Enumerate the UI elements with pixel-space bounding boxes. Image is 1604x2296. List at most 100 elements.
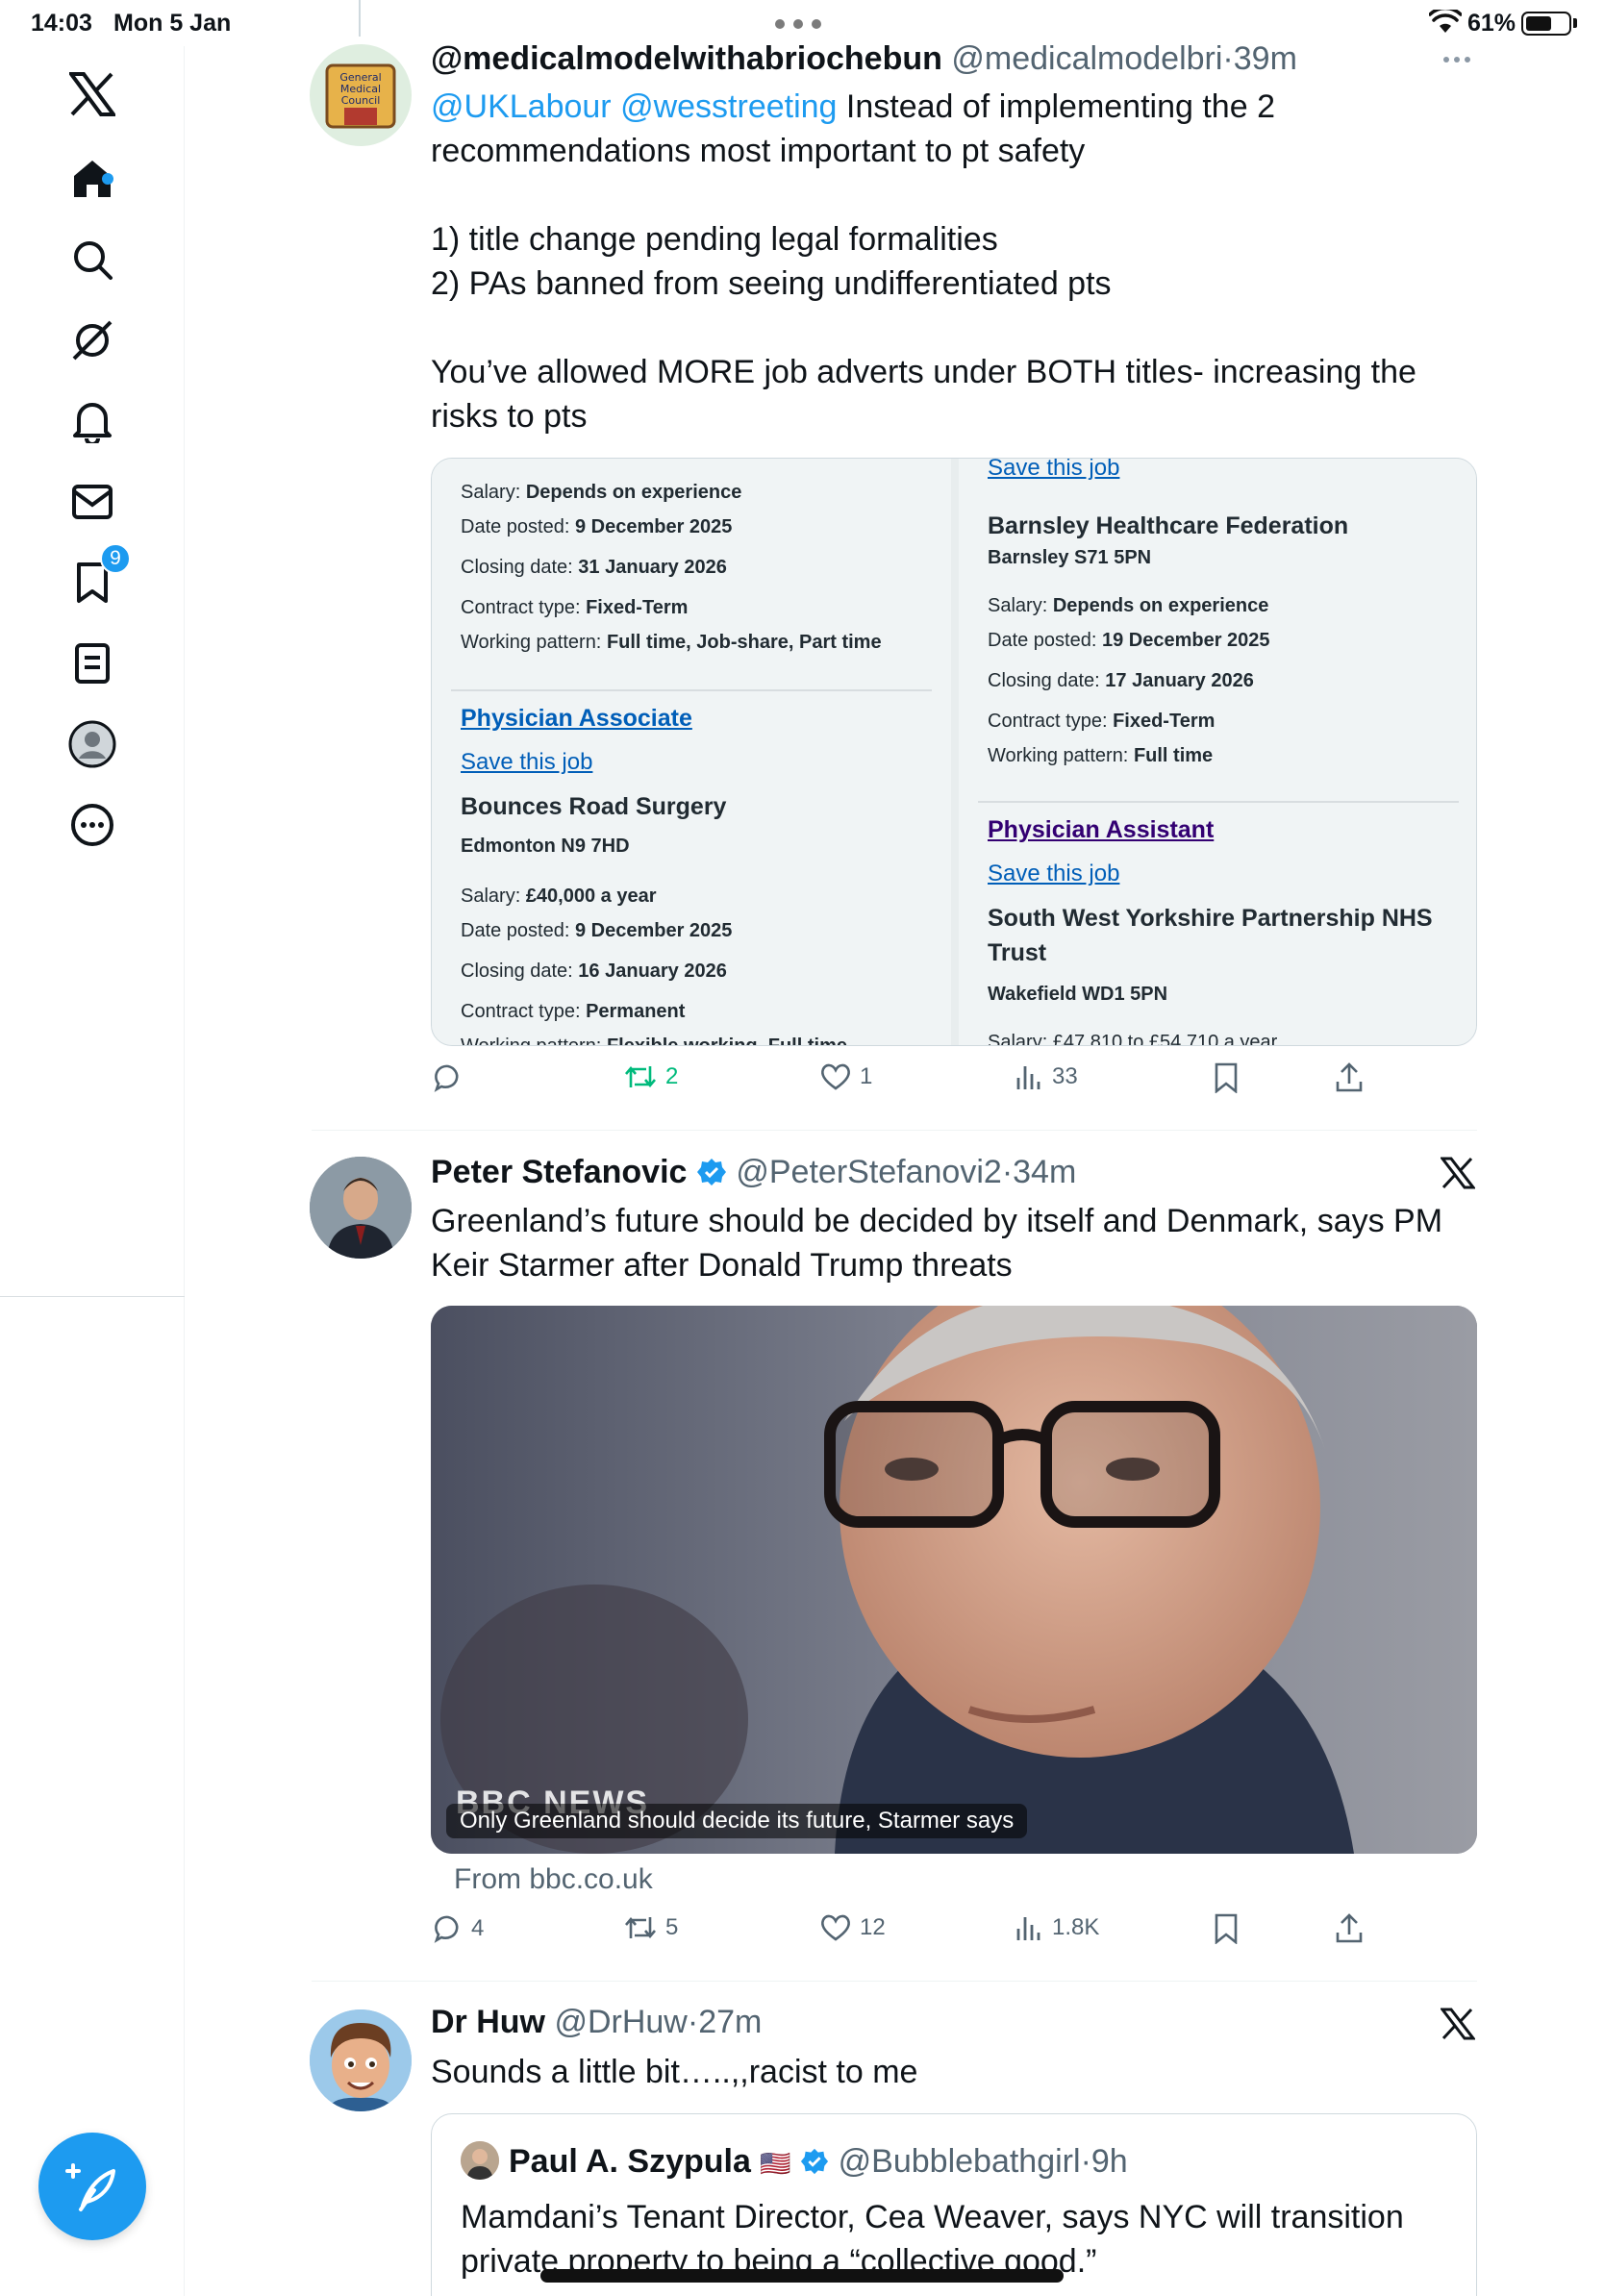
- tweet-line: Sounds a little bit…..,,racist to me: [431, 2054, 918, 2090]
- retweet-icon: [625, 1916, 656, 1939]
- more-options-icon[interactable]: [60, 792, 125, 858]
- grok-icon[interactable]: [60, 308, 125, 373]
- views-button[interactable]: 1.8K: [1015, 1913, 1099, 1942]
- job-detail: Salary: Depends on experience: [461, 482, 742, 503]
- job-title-link: Physician Associate: [461, 705, 692, 732]
- handle[interactable]: @PeterStefanovi2: [736, 1154, 1001, 1190]
- multitasking-dots-icon[interactable]: [775, 19, 821, 29]
- job-employer: South West Yorkshire Partnership NHS: [988, 905, 1433, 932]
- notifications-icon[interactable]: [60, 388, 125, 454]
- home-indicator[interactable]: [540, 2269, 1064, 2283]
- bookmark-icon: [1215, 1913, 1238, 1944]
- tweet-line: recommendations most important to pt saf…: [431, 133, 1086, 169]
- compose-post-button[interactable]: [38, 2133, 146, 2240]
- avatar-logo-line-3: Council: [341, 94, 381, 107]
- avatar[interactable]: [310, 2009, 412, 2111]
- dot-separator: ·: [1222, 40, 1234, 77]
- job-column-left: Salary: Depends on experience Date poste…: [432, 459, 951, 1046]
- reply-icon: [434, 1064, 459, 1092]
- search-icon[interactable]: [60, 227, 125, 292]
- link-source[interactable]: From bbc.co.uk: [454, 1863, 653, 1896]
- avatar[interactable]: General Medical Council: [310, 44, 412, 146]
- tweet-actions: 2 1 33: [431, 1062, 1469, 1105]
- view-count: 33: [1052, 1063, 1078, 1089]
- dot-separator: ·: [1001, 1154, 1014, 1190]
- save-job-link: Save this job: [988, 861, 1120, 886]
- views-button[interactable]: 33: [1015, 1062, 1078, 1091]
- tweet-text: Greenland’s future should be decided by …: [431, 1199, 1469, 1287]
- reply-count: 4: [471, 1915, 485, 1941]
- job-detail: Contract type: Fixed-Term: [461, 597, 689, 618]
- tweet-header: Dr Huw @DrHuw·27m: [431, 2004, 762, 2041]
- mention-link[interactable]: @wesstreeting: [620, 88, 837, 125]
- tweet-image-job-listings[interactable]: Salary: Depends on experience Date poste…: [431, 458, 1477, 1046]
- home-unread-dot: [102, 173, 113, 185]
- view-count: 1.8K: [1052, 1914, 1100, 1940]
- thread-line: [359, 0, 361, 37]
- heart-icon: [821, 1914, 850, 1941]
- job-detail: Salary: £47,810 to £54,710 a year: [988, 1032, 1278, 1046]
- like-button[interactable]: 1: [819, 1062, 872, 1091]
- sidebar: [0, 46, 185, 2296]
- quote-display-name[interactable]: Paul A. Szypula: [509, 2143, 751, 2180]
- handle[interactable]: @medicalmodelbri: [951, 40, 1222, 77]
- messages-icon[interactable]: [60, 469, 125, 535]
- quote-timestamp[interactable]: 9h: [1091, 2143, 1128, 2180]
- reply-button[interactable]: [433, 1062, 471, 1093]
- bookmark-button[interactable]: [1214, 1913, 1239, 1944]
- job-detail: Working pattern: Flexible working, Full …: [461, 1036, 847, 1046]
- home-icon[interactable]: [60, 146, 125, 212]
- x-logo-icon[interactable]: [60, 62, 125, 127]
- job-detail: Closing date: 31 January 2026: [461, 557, 727, 578]
- more-icon[interactable]: [1442, 56, 1471, 63]
- x-close-icon[interactable]: [1441, 1157, 1475, 1189]
- job-detail: Date posted: 9 December 2025: [461, 920, 733, 941]
- mention-link[interactable]: @UKLabour: [431, 88, 612, 125]
- tweet-line: risks to pts: [431, 398, 588, 435]
- retweet-button[interactable]: 5: [623, 1913, 678, 1942]
- display-name[interactable]: Peter Stefanovic: [431, 1154, 687, 1190]
- tweet-divider: [312, 1130, 1477, 1131]
- retweet-icon: [625, 1065, 656, 1088]
- lists-icon[interactable]: [60, 631, 125, 696]
- heart-icon: [821, 1063, 850, 1090]
- quote-handle[interactable]: @Bubblebathgirl: [839, 2143, 1081, 2180]
- reply-button[interactable]: 4: [433, 1913, 484, 1944]
- bookmark-button[interactable]: [1214, 1062, 1239, 1093]
- person-avatar-icon: [461, 2141, 499, 2180]
- retweet-button[interactable]: 2: [623, 1062, 678, 1091]
- retweet-count: 5: [665, 1914, 679, 1940]
- job-title-link: Physician Assistant: [988, 816, 1215, 843]
- timestamp[interactable]: 34m: [1013, 1154, 1076, 1190]
- compose-feather-icon: [65, 2163, 115, 2211]
- timestamp[interactable]: 27m: [698, 2004, 762, 2040]
- avatar[interactable]: [310, 1157, 412, 1259]
- profile-icon[interactable]: [60, 711, 125, 777]
- tweet-header: @medicalmodelwithabriochebun @medicalmod…: [431, 40, 1297, 78]
- handle[interactable]: @DrHuw: [554, 2004, 687, 2040]
- dot-separator: ·: [687, 2004, 699, 2040]
- x-close-icon[interactable]: [1441, 2008, 1475, 2040]
- tweet-line: 2) PAs banned from seeing undifferentiat…: [431, 265, 1112, 302]
- job-divider: [978, 801, 1459, 803]
- display-name[interactable]: @medicalmodelwithabriochebun: [431, 40, 942, 77]
- quote-avatar[interactable]: [461, 2141, 499, 2180]
- link-card-image[interactable]: BBC NEWS Only Greenland should decide it…: [431, 1306, 1477, 1854]
- timestamp[interactable]: 39m: [1234, 40, 1297, 77]
- tweet-divider: [312, 1981, 1477, 1982]
- views-icon: [1016, 1917, 1040, 1940]
- tweet-line: Greenland’s future should be decided by …: [431, 1203, 1443, 1239]
- job-detail: Closing date: 17 January 2026: [988, 670, 1254, 691]
- display-name[interactable]: Dr Huw: [431, 2004, 545, 2040]
- job-address: Edmonton N9 7HD: [461, 836, 630, 857]
- share-icon: [1336, 1913, 1363, 1943]
- battery-percent: 61%: [1467, 10, 1516, 37]
- job-address: Barnsley S71 5PN: [988, 547, 1152, 568]
- status-date: Mon 5 Jan: [113, 10, 232, 37]
- share-button[interactable]: [1335, 1062, 1364, 1093]
- job-detail: Date posted: 9 December 2025: [461, 516, 733, 537]
- status-bar: 14:03 Mon 5 Jan 61%: [0, 0, 1604, 46]
- job-column-right: Save this job Barnsley Healthcare Federa…: [959, 459, 1476, 1046]
- like-button[interactable]: 12: [819, 1913, 886, 1942]
- share-button[interactable]: [1335, 1913, 1364, 1944]
